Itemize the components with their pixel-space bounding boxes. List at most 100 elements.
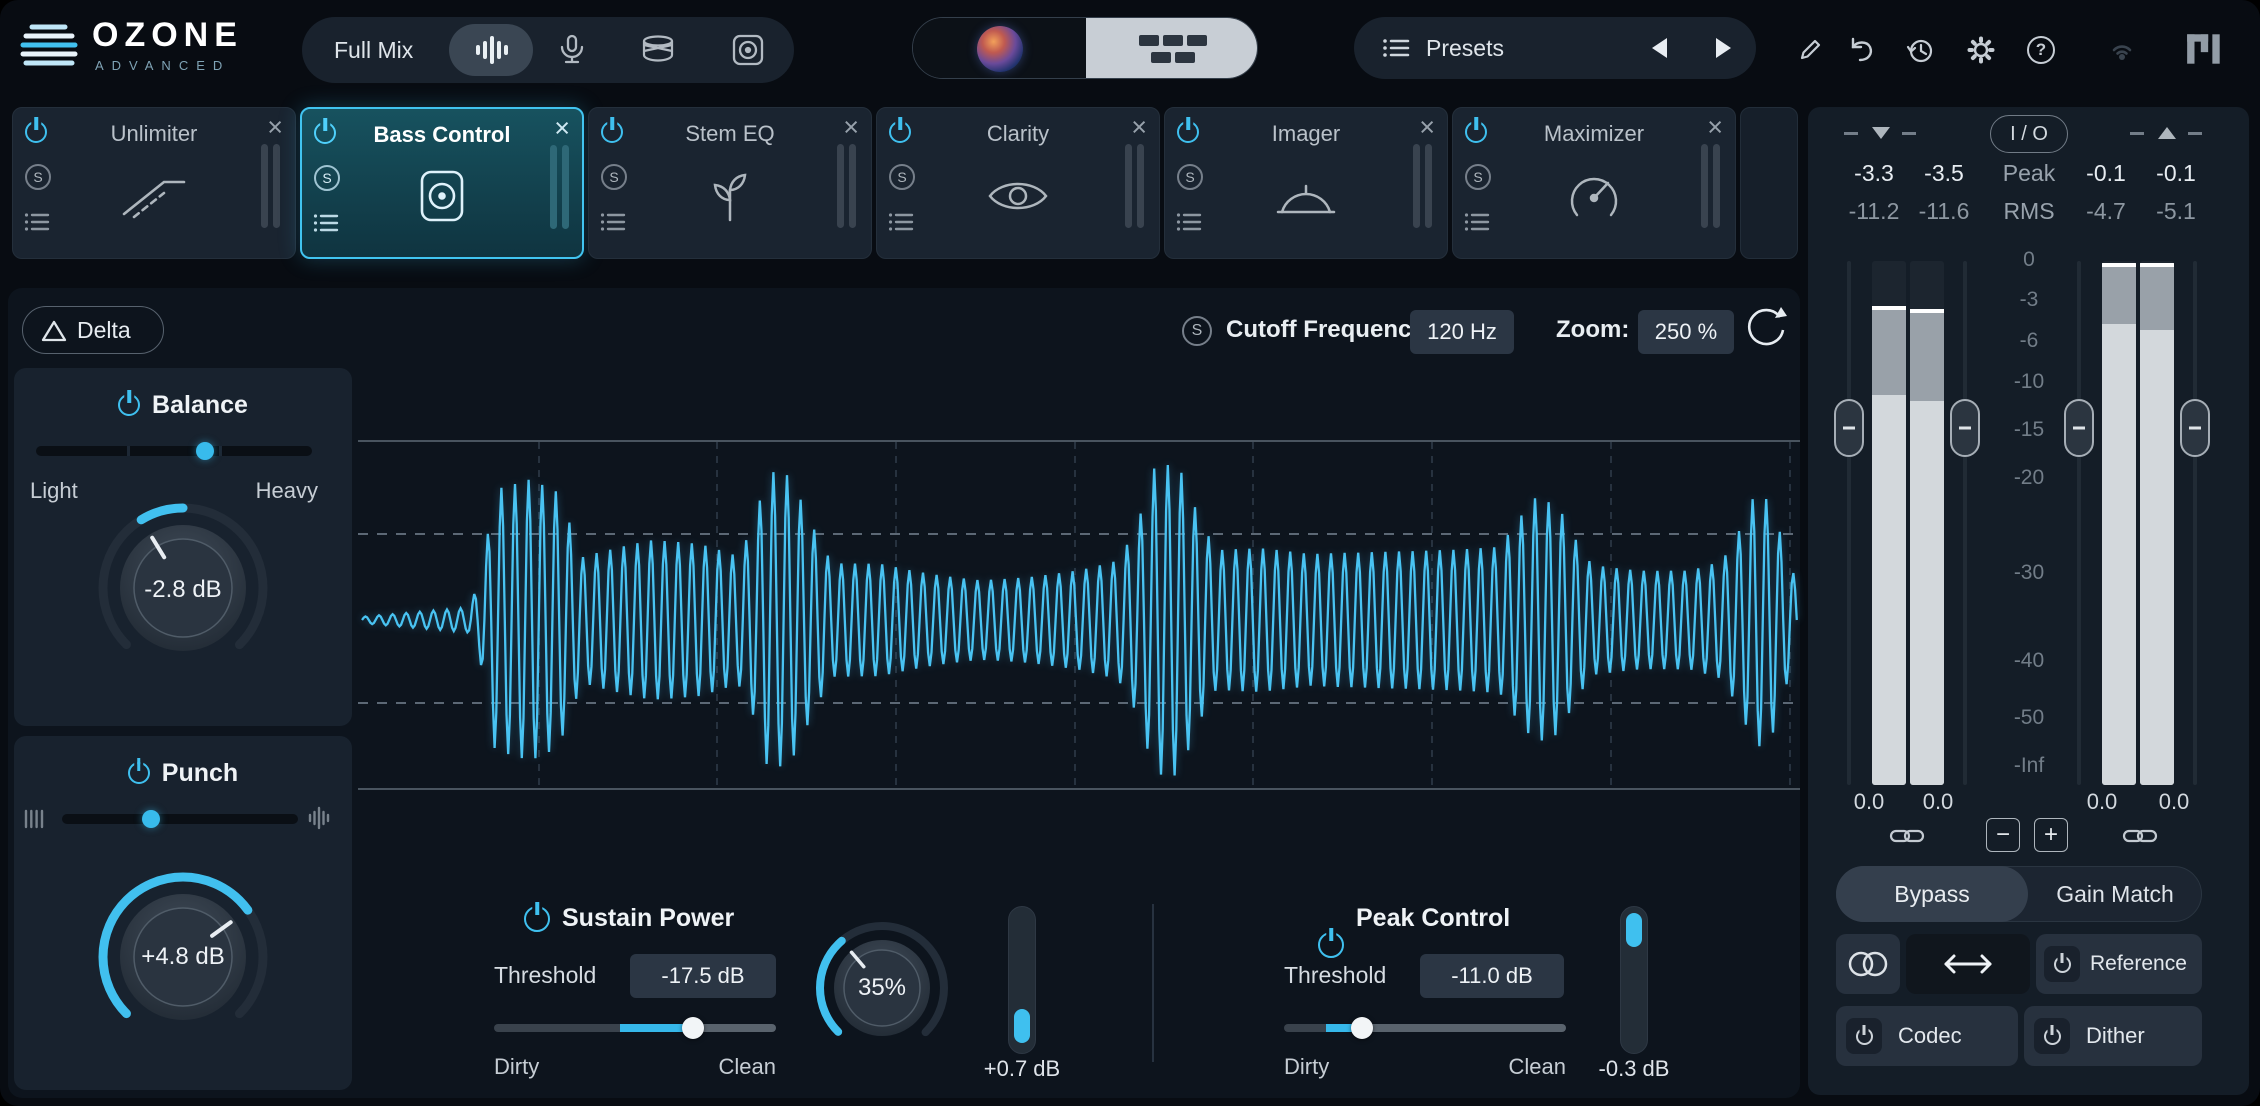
peak-threshold-box[interactable]: -11.0 dB [1420,954,1564,998]
peak-threshold-slider[interactable] [1284,1024,1566,1032]
drag-grip[interactable] [837,144,844,228]
meter-collapse-down-icon[interactable] [1872,127,1890,139]
solo-button[interactable]: S [601,164,627,190]
preset-next-button[interactable] [1716,38,1731,58]
reference-button[interactable]: Reference [2036,934,2202,994]
module-card-imager[interactable]: Imager × S [1164,107,1448,259]
source-drums-button[interactable] [638,32,678,68]
module-card-clarity[interactable]: Clarity × S [876,107,1160,259]
dither-button[interactable]: Dither [2024,1006,2202,1066]
solo-button[interactable]: S [25,164,51,190]
module-preset-icon[interactable] [600,212,626,232]
balance-slider-handle[interactable] [196,442,214,460]
io-mode-pill[interactable]: I / O [1990,115,2068,153]
module-power-icon[interactable] [1177,121,1199,143]
module-preset-icon[interactable] [313,213,339,233]
meter-collapse-up-icon[interactable] [2158,127,2176,139]
output-link-icon[interactable] [2122,826,2158,846]
module-power-icon[interactable] [1465,121,1487,143]
module-power-icon[interactable] [25,121,47,143]
drag-grip[interactable] [849,144,856,228]
close-icon[interactable]: × [554,113,570,144]
cutoff-value-box[interactable]: 120 Hz [1410,310,1514,354]
solo-button[interactable]: S [1177,164,1203,190]
codec-button[interactable]: Codec [1836,1006,2018,1066]
sustain-threshold-box[interactable]: -17.5 dB [630,954,776,998]
close-icon[interactable]: × [1419,112,1435,143]
edit-pencil-button[interactable] [1791,31,1829,69]
module-preset-icon[interactable] [1176,212,1202,232]
slider-track-right [1362,1024,1566,1032]
module-preset-icon[interactable] [1464,212,1490,232]
close-icon[interactable]: × [843,112,859,143]
channel-mode-button[interactable] [1836,934,1900,994]
module-power-icon[interactable] [889,121,911,143]
output-gain-fader-left[interactable] [2064,399,2094,457]
width-swap-button[interactable] [1906,934,2030,994]
view-toggle-modules-side[interactable] [1086,18,1258,79]
peak-gain-value: -0.3 dB [1564,1056,1704,1082]
input-gain-fader-right[interactable] [1950,399,1980,457]
balance-slider[interactable] [36,446,312,456]
close-icon[interactable]: × [267,112,283,143]
history-button[interactable] [1901,31,1939,69]
module-card-maximizer[interactable]: Maximizer × S [1452,107,1736,259]
input-link-icon[interactable] [1889,826,1925,846]
close-icon[interactable]: × [1131,112,1147,143]
add-module-slot[interactable] [1740,107,1798,259]
solo-button[interactable]: S [889,164,915,190]
sustain-power-icon[interactable] [524,906,550,932]
punch-slider[interactable] [62,814,298,824]
dither-power-icon[interactable] [2034,1018,2070,1054]
bypass-button[interactable]: Bypass [1836,866,2028,922]
presets-bar[interactable] [1354,17,1756,79]
source-vocals-button[interactable] [552,30,592,70]
solo-button[interactable]: S [1465,164,1491,190]
module-preset-icon[interactable] [24,212,50,232]
module-preset-icon[interactable] [888,212,914,232]
module-card-unlimiter[interactable]: Unlimiter × S [12,107,296,259]
drag-grip[interactable] [1125,144,1132,228]
drag-grip[interactable] [261,144,268,228]
preset-prev-button[interactable] [1652,38,1667,58]
drag-grip[interactable] [1413,144,1420,228]
settings-button[interactable] [1962,31,2000,69]
drag-grip[interactable] [550,145,557,229]
help-button[interactable]: ? [2022,31,2060,69]
gain-minus-button[interactable]: − [1986,818,2020,852]
balance-power-icon[interactable] [118,394,140,416]
close-icon[interactable]: × [1707,112,1723,143]
module-card-stem-eq[interactable]: Stem EQ × S [588,107,872,259]
drag-grip[interactable] [1425,144,1432,228]
punch-slider-handle[interactable] [142,810,160,828]
gain-plus-button[interactable]: + [2034,818,2068,852]
module-power-icon[interactable] [314,122,336,144]
module-card-bass-control[interactable]: Bass Control × S [300,107,584,259]
sustain-slider-handle[interactable] [682,1017,704,1039]
drag-grip[interactable] [1137,144,1144,228]
module-power-icon[interactable] [601,121,623,143]
drag-grip[interactable] [273,144,280,228]
punch-power-icon[interactable] [128,762,150,784]
cutoff-solo-button[interactable]: S [1182,316,1212,346]
gain-match-button[interactable]: Gain Match [2028,866,2202,922]
input-gain-fader-left[interactable] [1834,399,1864,457]
peak-slider-handle[interactable] [1351,1017,1373,1039]
reference-power-icon[interactable] [2044,946,2080,982]
sustain-threshold-slider[interactable] [494,1024,776,1032]
drag-grip[interactable] [562,145,569,229]
view-toggle-orb-side[interactable] [913,18,1086,79]
peak-power-icon[interactable] [1318,932,1344,958]
source-instruments-button[interactable] [728,30,768,70]
delta-button[interactable]: Delta [22,306,164,354]
loop-playback-button[interactable] [1740,302,1792,354]
output-gain-fader-right[interactable] [2180,399,2210,457]
drag-grip[interactable] [1701,144,1708,228]
source-fullmix-button[interactable] [449,24,533,76]
drag-grip[interactable] [1713,144,1720,228]
undo-button[interactable] [1843,31,1881,69]
waveform-display[interactable] [358,368,1800,820]
solo-button[interactable]: S [314,165,340,191]
zoom-value-box[interactable]: 250 % [1638,310,1734,354]
codec-power-icon[interactable] [1846,1018,1882,1054]
